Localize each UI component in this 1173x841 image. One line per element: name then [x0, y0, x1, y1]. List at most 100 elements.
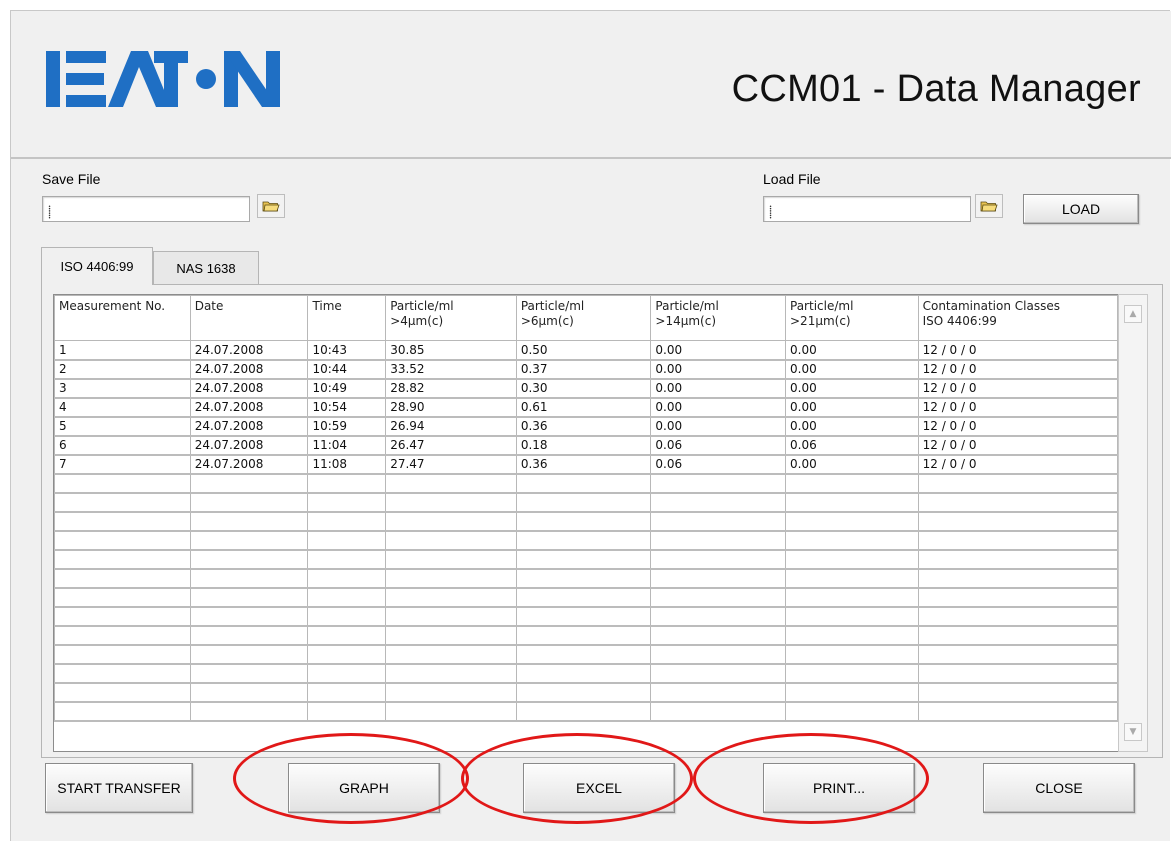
table-cell [189, 682, 309, 703]
table-row[interactable] [54, 587, 1118, 608]
scroll-down-arrow-icon[interactable]: ▼ [1124, 723, 1142, 741]
table-row[interactable] [54, 492, 1118, 513]
graph-button[interactable]: GRAPH [288, 763, 440, 813]
save-file-path-input[interactable]: ⸽ [42, 196, 250, 222]
table-cell [54, 492, 191, 513]
save-file-label: Save File [42, 171, 101, 187]
scroll-up-arrow-icon[interactable]: ▲ [1124, 305, 1142, 323]
table-row[interactable] [54, 549, 1118, 570]
table-cell [189, 606, 309, 627]
table-cell: 0.00 [785, 340, 919, 361]
print-button[interactable]: PRINT... [763, 763, 915, 813]
table-cell [307, 644, 387, 665]
table-row[interactable] [54, 625, 1118, 646]
table-cell: 28.82 [385, 378, 517, 399]
close-button[interactable]: CLOSE [983, 763, 1135, 813]
table-cell [917, 606, 1118, 627]
table-row[interactable]: 1 24.07.2008 10:43 30.85 0.50 0.00 0.00 12 / 0 … [54, 340, 1118, 361]
table-cell [307, 587, 387, 608]
table-cell [785, 549, 919, 570]
table-cell [917, 511, 1118, 532]
table-cell: 7 [54, 454, 191, 475]
table-cell: 4 [54, 397, 191, 418]
column-header: Date [189, 295, 309, 341]
tab-iso-4406[interactable]: ISO 4406:99 [41, 247, 153, 285]
table-cell [515, 587, 652, 608]
table-cell [650, 644, 786, 665]
table-cell: 24.07.2008 [189, 340, 309, 361]
table-row[interactable]: 7 24.07.2008 11:08 27.47 0.36 0.06 0.00 12 / 0 … [54, 454, 1118, 475]
table-cell: 33.52 [385, 359, 517, 380]
table-row[interactable] [54, 511, 1118, 532]
table-cell [189, 625, 309, 646]
table-cell: 11:08 [307, 454, 387, 475]
table-cell [385, 606, 517, 627]
table-cell: 0.18 [515, 435, 652, 456]
table-cell [189, 530, 309, 551]
table-row[interactable] [54, 530, 1118, 551]
table-cell: 0.36 [515, 454, 652, 475]
table-cell: 6 [54, 435, 191, 456]
table-cell: 5 [54, 416, 191, 437]
table-cell [785, 492, 919, 513]
table-cell [650, 568, 786, 589]
column-header: Measurement No. [54, 295, 191, 341]
table-row[interactable] [54, 644, 1118, 665]
table-row[interactable] [54, 663, 1118, 684]
table-cell: 28.90 [385, 397, 517, 418]
save-file-browse-button[interactable] [257, 194, 285, 218]
table-row[interactable]: 2 24.07.2008 10:44 33.52 0.37 0.00 0.00 12 / 0 … [54, 359, 1118, 380]
table-row[interactable] [54, 568, 1118, 589]
table-cell: 0.06 [650, 454, 786, 475]
table-cell [307, 549, 387, 570]
tab-nas-1638[interactable]: NAS 1638 [153, 251, 259, 284]
table-cell [917, 549, 1118, 570]
folder-icon [262, 201, 280, 212]
table-cell [785, 663, 919, 684]
table-row[interactable] [54, 701, 1118, 722]
table-cell [650, 606, 786, 627]
table-cell [307, 625, 387, 646]
excel-button[interactable]: EXCEL [523, 763, 675, 813]
load-file-browse-button[interactable] [975, 194, 1003, 218]
table-cell: 24.07.2008 [189, 397, 309, 418]
table-cell: 10:54 [307, 397, 387, 418]
table-cell [54, 473, 191, 494]
load-button[interactable]: LOAD [1023, 194, 1139, 224]
table-row[interactable]: 4 24.07.2008 10:54 28.90 0.61 0.00 0.00 12 / 0 … [54, 397, 1118, 418]
load-file-path-input[interactable]: ⸽ [763, 196, 971, 222]
table-cell [515, 549, 652, 570]
table-cell [307, 663, 387, 684]
table-cell [307, 530, 387, 551]
table-cell [307, 473, 387, 494]
table-cell [917, 625, 1118, 646]
table-cell [650, 625, 786, 646]
table-row[interactable]: 6 24.07.2008 11:04 26.47 0.18 0.06 0.06 12 / 0 … [54, 435, 1118, 456]
table-cell: 0.06 [785, 435, 919, 456]
table-row[interactable]: 5 24.07.2008 10:59 26.94 0.36 0.00 0.00 12 / 0 … [54, 416, 1118, 437]
table-cell: 0.36 [515, 416, 652, 437]
start-transfer-button[interactable]: START TRANSFER [45, 763, 193, 813]
table-cell: 10:44 [307, 359, 387, 380]
table-cell [515, 511, 652, 532]
table-cell: 0.00 [785, 378, 919, 399]
table-cell [189, 549, 309, 570]
table-cell: 24.07.2008 [189, 454, 309, 475]
table-cell [189, 511, 309, 532]
data-manager-window: CCM01 - Data Manager Save File ⸽ Load Fi… [10, 10, 1171, 841]
table-row[interactable] [54, 606, 1118, 627]
table-cell [650, 492, 786, 513]
table-row[interactable]: 3 24.07.2008 10:49 28.82 0.30 0.00 0.00 12 / 0 … [54, 378, 1118, 399]
table-cell: 12 / 0 / 0 [917, 416, 1118, 437]
table-scrollbar[interactable]: ▲ ▼ [1118, 294, 1148, 752]
table-header-row: Measurement No. Date Time Particle/ml >4µm(… [54, 295, 1118, 341]
table-cell [785, 568, 919, 589]
table-cell: 10:59 [307, 416, 387, 437]
table-row[interactable] [54, 682, 1118, 703]
table-cell: 24.07.2008 [189, 435, 309, 456]
table-cell [785, 530, 919, 551]
table-cell: 12 / 0 / 0 [917, 397, 1118, 418]
table-cell [785, 606, 919, 627]
table-row[interactable] [54, 473, 1118, 494]
table-cell: 30.85 [385, 340, 517, 361]
